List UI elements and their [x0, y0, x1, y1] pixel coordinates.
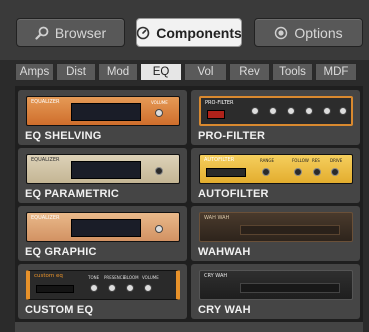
eq-shelving-thumbnail: Equalizer Volume	[26, 96, 180, 126]
eq-graphic-thumbnail: Equalizer	[26, 212, 180, 242]
thumb-title: Equalizer	[31, 157, 60, 163]
components-button[interactable]: Components	[136, 18, 242, 47]
wahwah-thumbnail: Wah Wah	[199, 212, 353, 242]
search-icon	[35, 26, 49, 40]
eq-display	[71, 103, 141, 121]
thumb-title: Cry Wah	[204, 273, 228, 279]
filter-knob-2	[269, 107, 277, 115]
component-label: CUSTOM EQ	[25, 304, 94, 316]
thumb-title: custom eq	[34, 273, 63, 279]
component-label: EQ SHELVING	[25, 130, 102, 142]
volume-knob	[155, 167, 163, 175]
knob-label-res: Res	[312, 158, 320, 163]
tab-vol[interactable]: Vol	[184, 63, 227, 81]
thumb-title: Wah Wah	[204, 215, 230, 221]
bloom-knob	[126, 284, 134, 292]
component-eq-shelving[interactable]: Equalizer Volume EQ SHELVING	[18, 90, 187, 145]
tab-tools[interactable]: Tools	[272, 63, 313, 81]
options-label: Options	[294, 24, 343, 41]
follow-knob	[294, 168, 302, 176]
knob-label-follow: Follow	[292, 158, 309, 163]
components-label: Components	[156, 24, 242, 41]
volume-knob	[144, 284, 152, 292]
component-eq-graphic[interactable]: Equalizer EQ GRAPHIC	[18, 206, 187, 261]
autofilter-thumbnail: Autofilter Range Follow Res Drive	[199, 154, 353, 184]
thumb-title: Pro-Filter	[205, 100, 234, 106]
mode-display	[207, 110, 225, 119]
tab-mdf[interactable]: MDF	[315, 63, 357, 81]
drive-knob	[331, 168, 339, 176]
mode-display	[36, 285, 74, 293]
eq-parametric-thumbnail: Equalizer	[26, 154, 180, 184]
filter-knob-6	[339, 107, 347, 115]
eq-display	[71, 161, 141, 179]
custom-eq-thumbnail: custom eq Tone Presence Bloom Volume	[26, 270, 180, 300]
component-label: CRY WAH	[198, 304, 251, 316]
volume-knob	[155, 225, 163, 233]
thumb-title: Equalizer	[31, 99, 60, 105]
knob-label-range: Range	[260, 158, 274, 163]
tab-dist[interactable]: Dist	[56, 63, 96, 81]
component-wahwah[interactable]: Wah Wah WAHWAH	[191, 206, 360, 261]
component-pro-filter[interactable]: Pro-Filter PRO-FILTER	[191, 90, 360, 145]
components-grid: Equalizer Volume EQ SHELVING Pro-Filter …	[15, 86, 363, 326]
volume-knob	[155, 109, 163, 117]
filter-knob-4	[305, 107, 313, 115]
browser-button[interactable]: Browser	[16, 18, 125, 47]
tab-eq[interactable]: EQ	[140, 63, 182, 81]
filter-knob-3	[287, 107, 295, 115]
component-custom-eq[interactable]: custom eq Tone Presence Bloom Volume CUS…	[18, 264, 187, 319]
mode-display	[206, 168, 246, 177]
component-eq-parametric[interactable]: Equalizer EQ PARAMETRIC	[18, 148, 187, 203]
tone-knob	[90, 284, 98, 292]
cry-wah-thumbnail: Cry Wah	[199, 270, 353, 300]
timer-icon	[136, 26, 150, 40]
top-toolbar: Browser Components Options	[0, 0, 369, 60]
scroll-area-bottom	[15, 322, 363, 332]
options-button[interactable]: Options	[254, 18, 363, 47]
presence-knob	[108, 284, 116, 292]
category-tabs: Amps Dist Mod EQ Vol Rev Tools MDF	[15, 63, 357, 81]
knob-label-bloom: Bloom	[124, 275, 139, 280]
component-autofilter[interactable]: Autofilter Range Follow Res Drive AUTOFI…	[191, 148, 360, 203]
knob-label-volume: Volume	[142, 275, 159, 280]
knob-label-tone: Tone	[88, 275, 100, 280]
range-knob	[262, 168, 270, 176]
filter-knob-5	[323, 107, 331, 115]
eq-display	[71, 219, 141, 237]
tab-rev[interactable]: Rev	[229, 63, 270, 81]
component-label: EQ GRAPHIC	[25, 246, 97, 258]
thumb-title: Autofilter	[204, 157, 235, 163]
tab-amps[interactable]: Amps	[15, 63, 54, 81]
browser-label: Browser	[54, 24, 107, 41]
pro-filter-thumbnail: Pro-Filter	[199, 96, 353, 126]
component-label: EQ PARAMETRIC	[25, 188, 120, 200]
wah-slot	[240, 283, 340, 293]
component-label: WAHWAH	[198, 246, 251, 258]
filter-knob-1	[251, 107, 259, 115]
res-knob	[313, 168, 321, 176]
wah-slot	[240, 225, 340, 235]
component-label: PRO-FILTER	[198, 130, 266, 142]
tab-mod[interactable]: Mod	[98, 63, 138, 81]
component-label: AUTOFILTER	[198, 188, 269, 200]
thumb-volume-label: Volume	[151, 100, 168, 105]
component-cry-wah[interactable]: Cry Wah CRY WAH	[191, 264, 360, 319]
knob-label-drive: Drive	[330, 158, 343, 163]
radio-icon	[274, 26, 288, 40]
knob-label-presence: Presence	[104, 275, 126, 280]
thumb-title: Equalizer	[31, 215, 60, 221]
